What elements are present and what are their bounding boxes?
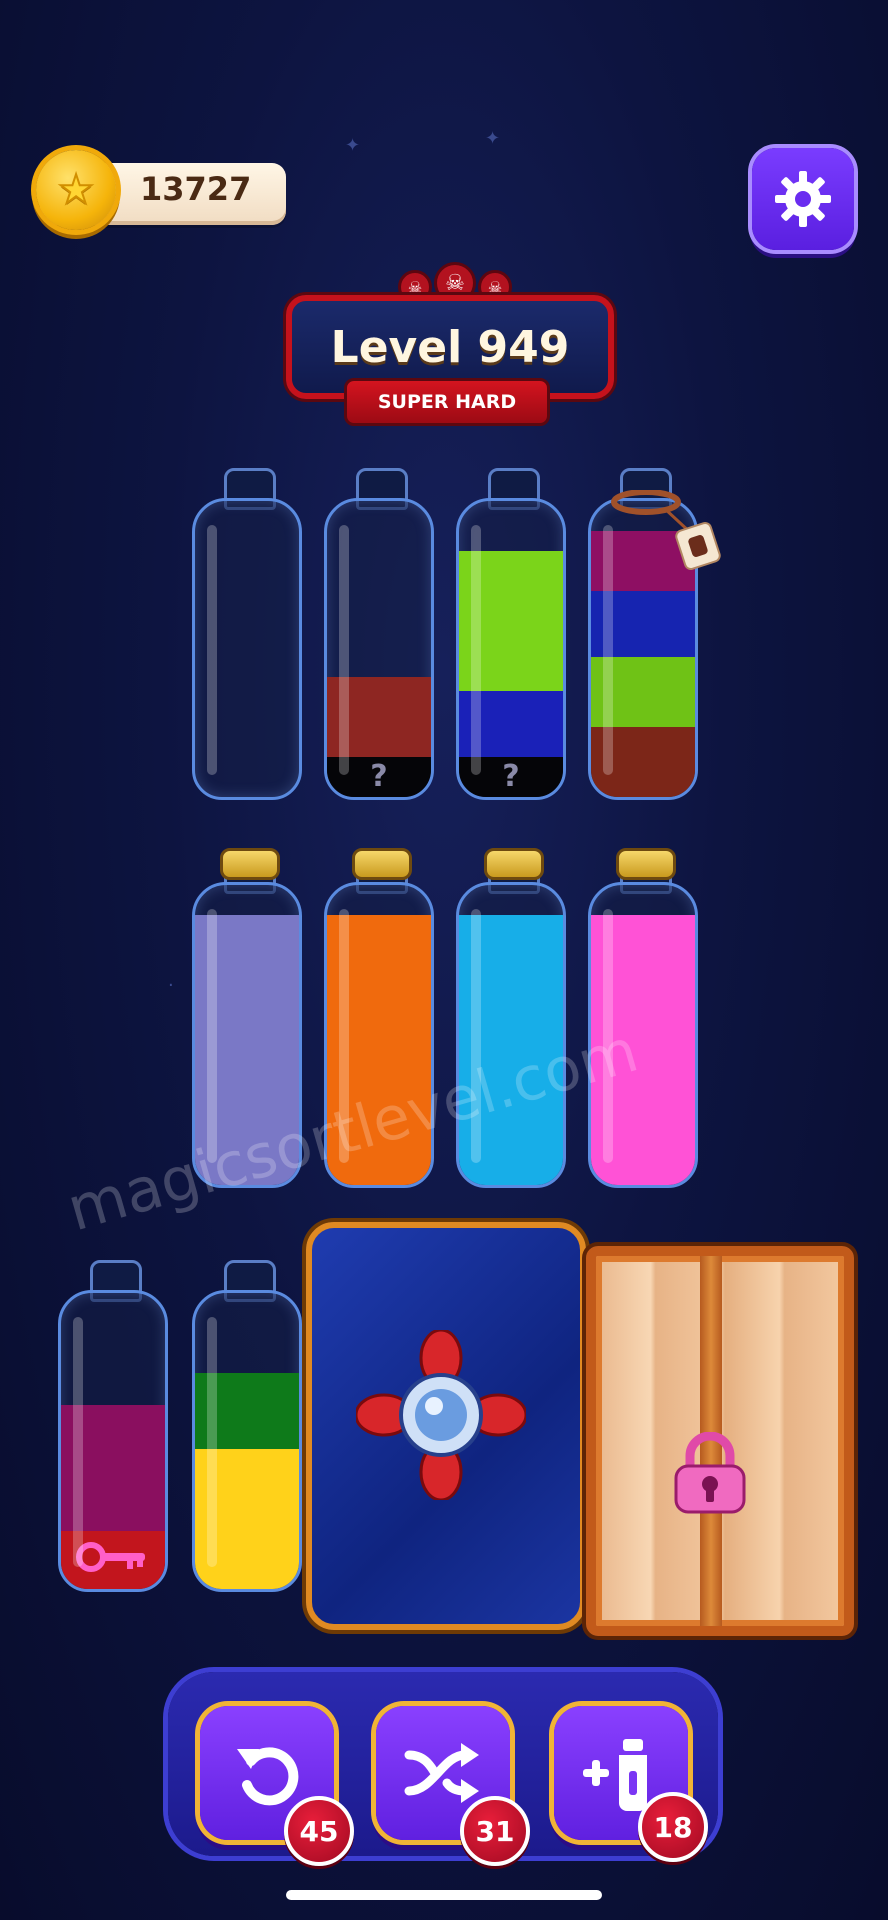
shuffle-count-badge: 31 (460, 1796, 530, 1866)
home-indicator[interactable] (286, 1890, 602, 1900)
star-decoration: · (168, 975, 174, 996)
difficulty-label: SUPER HARD (344, 378, 550, 426)
undo-icon (237, 1747, 299, 1806)
bottle-body: ? (456, 498, 566, 800)
bottle-body (456, 882, 566, 1188)
cork-icon (220, 848, 280, 880)
key-icon (76, 1542, 145, 1572)
gear-icon (775, 171, 831, 227)
star-decoration: ✦ (345, 135, 361, 156)
bottle-1[interactable] (192, 468, 302, 808)
rope-tag-icon (611, 490, 721, 570)
undo-count-badge: 45 (284, 1796, 354, 1866)
coin-count: 13727 (140, 170, 252, 208)
bottle-body (192, 498, 302, 800)
bottle-4[interactable] (588, 468, 721, 808)
bottle-3[interactable]: ? (456, 468, 566, 808)
add-bottle-count-badge: 18 (638, 1792, 708, 1862)
level-title: Level 949 (330, 321, 570, 373)
bottle-7[interactable] (456, 848, 566, 1200)
bottle-10[interactable] (192, 1260, 302, 1600)
cork-icon (352, 848, 412, 880)
coin-icon: ★ (36, 150, 116, 230)
shuffle-icon (404, 1743, 479, 1803)
bottle-body: ? (324, 498, 434, 800)
bottle-9[interactable] (58, 1260, 168, 1600)
padlock-icon (674, 1432, 746, 1514)
star-decoration: ✦ (485, 128, 501, 149)
cork-icon (616, 848, 676, 880)
cork-icon (484, 848, 544, 880)
bottle-body (192, 1290, 302, 1592)
bottle-body (58, 1290, 168, 1592)
settings-button[interactable] (752, 148, 854, 250)
bottle-2[interactable]: ? (324, 468, 434, 808)
spike-lock-icon (356, 1330, 526, 1500)
